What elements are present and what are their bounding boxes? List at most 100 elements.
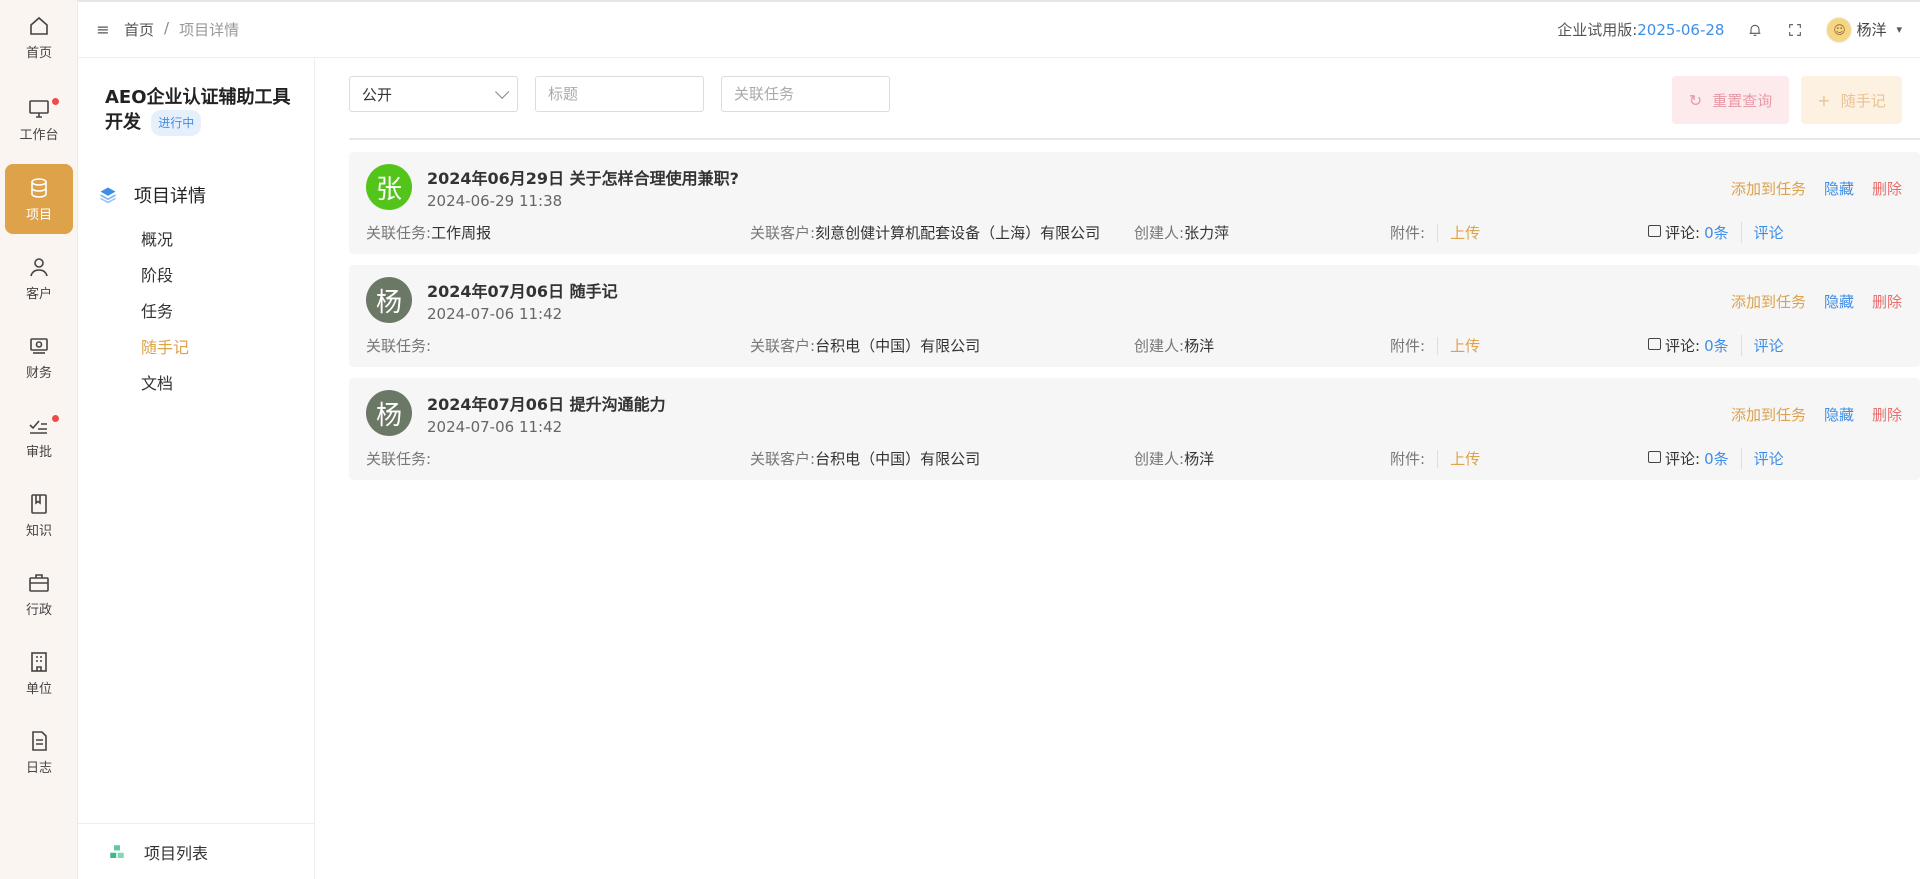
breadcrumb-home[interactable]: 首页: [124, 19, 154, 40]
avatar: ☺: [1826, 16, 1853, 43]
attachment-label: 附件:: [1390, 450, 1426, 468]
hide-button[interactable]: 隐藏: [1824, 291, 1854, 312]
project-sidebar: AEO企业认证辅助工具开发 进行中 项目详情 概况 阶段 任务 随手记 文档 项…: [78, 58, 315, 879]
layers-icon: [100, 187, 116, 204]
comment-count[interactable]: 0条: [1704, 448, 1729, 469]
creator-label: 创建人:: [1134, 337, 1185, 355]
task-input[interactable]: [721, 76, 890, 112]
comment-link[interactable]: 评论: [1740, 335, 1784, 356]
subnav-documents[interactable]: 文档: [141, 366, 189, 402]
rail-item-knowledge[interactable]: 知识: [5, 480, 73, 550]
filter-actions: ↻ 重置查询 + 随手记: [1672, 76, 1902, 124]
task-value: 工作周报: [431, 224, 492, 242]
add-note-label: 随手记: [1840, 91, 1886, 110]
title-input[interactable]: [535, 76, 704, 112]
avatar: 杨: [366, 390, 412, 436]
customer-value: 台积电（中国）有限公司: [815, 450, 981, 468]
note-actions: 添加到任务 隐藏 删除: [1731, 404, 1902, 425]
breadcrumb-separator: /: [164, 19, 170, 37]
trial-label: 企业试用版:: [1557, 21, 1638, 39]
add-to-task-button[interactable]: 添加到任务: [1731, 291, 1806, 312]
trial-date: 2025-06-28: [1637, 21, 1725, 39]
project-list-label: 项目列表: [144, 843, 209, 863]
note-actions: 添加到任务 隐藏 删除: [1731, 178, 1902, 199]
comment-link[interactable]: 评论: [1740, 448, 1784, 469]
project-title: AEO企业认证辅助工具开发 进行中: [105, 86, 305, 136]
subnav-tasks[interactable]: 任务: [141, 294, 189, 330]
section-header: 项目详情: [98, 182, 206, 208]
note-card: 张 2024年06月29日 关于怎样合理使用兼职? 2024-06-29 11:…: [349, 152, 1920, 254]
home-icon: [30, 16, 48, 35]
note-card: 杨 2024年07月06日 提升沟通能力 2024-07-06 11:42 添加…: [349, 378, 1920, 480]
hide-button[interactable]: 隐藏: [1824, 404, 1854, 425]
note-title[interactable]: 2024年06月29日 关于怎样合理使用兼职?: [427, 165, 739, 189]
note-time: 2024-07-06 11:42: [427, 418, 563, 436]
monitor-icon: [29, 99, 49, 118]
upload-link[interactable]: 上传: [1437, 450, 1481, 468]
rail-label: 日志: [25, 760, 52, 776]
notification-dot: [52, 415, 59, 422]
comment-count[interactable]: 0条: [1704, 222, 1729, 243]
comment-count[interactable]: 0条: [1704, 335, 1729, 356]
chevron-down-icon: ▾: [1896, 23, 1902, 36]
rail-item-customer[interactable]: 客户: [5, 243, 73, 313]
rail-label: 首页: [25, 45, 52, 61]
menu-collapse-icon[interactable]: ≡: [94, 20, 112, 39]
creator-label: 创建人:: [1134, 224, 1185, 242]
add-to-task-button[interactable]: 添加到任务: [1731, 404, 1806, 425]
comment-link[interactable]: 评论: [1740, 222, 1784, 243]
note-card: 杨 2024年07月06日 随手记 2024-07-06 11:42 添加到任务…: [349, 265, 1920, 367]
delete-button[interactable]: 删除: [1872, 178, 1902, 199]
rail-label: 工作台: [19, 127, 59, 143]
top-bar: ≡ 首页 / 项目详情 企业试用版:2025-06-28 ☺ 杨洋 ▾: [78, 0, 1920, 58]
subnav-overview[interactable]: 概况: [141, 222, 189, 258]
note-meta: 关联任务:工作周报 关联客户:刻意创健计算机配套设备（上海）有限公司 创建人:张…: [366, 222, 1902, 244]
hide-button[interactable]: 隐藏: [1824, 178, 1854, 199]
fullscreen-icon[interactable]: [1786, 21, 1804, 39]
visibility-select[interactable]: 公开: [349, 76, 518, 112]
customer-label: 关联客户:: [750, 224, 816, 242]
delete-button[interactable]: 删除: [1872, 291, 1902, 312]
creator-value: 张力萍: [1184, 224, 1230, 242]
rail-item-finance[interactable]: 财务: [5, 322, 73, 392]
rail-label: 项目: [25, 207, 52, 223]
refresh-icon: ↻: [1688, 90, 1703, 110]
comment-icon: [1648, 450, 1661, 463]
avatar: 杨: [366, 277, 412, 323]
wallet-icon: [30, 337, 48, 354]
customer-value: 台积电（中国）有限公司: [815, 337, 981, 355]
user-menu[interactable]: ☺ 杨洋 ▾: [1826, 16, 1902, 43]
rail-item-unit[interactable]: 单位: [5, 638, 73, 708]
creator-value: 杨洋: [1184, 450, 1215, 468]
database-icon: [31, 177, 47, 198]
upload-link[interactable]: 上传: [1437, 224, 1481, 242]
blocks-icon: [110, 844, 124, 858]
rail-item-home[interactable]: 首页: [5, 2, 73, 72]
rail-item-workbench[interactable]: 工作台: [5, 84, 73, 154]
reset-query-button[interactable]: ↻ 重置查询: [1672, 76, 1789, 124]
note-meta: 关联任务: 关联客户:台积电（中国）有限公司 创建人:杨洋 附件: 上传 评论: 0…: [366, 335, 1902, 357]
upload-link[interactable]: 上传: [1437, 337, 1481, 355]
rail-item-approval[interactable]: 审批: [5, 401, 73, 471]
task-label: 关联任务:: [366, 450, 432, 468]
project-list-link[interactable]: 项目列表: [78, 823, 314, 879]
rail-label: 行政: [25, 602, 52, 618]
comments-label: 评论:: [1665, 224, 1701, 242]
customer-label: 关联客户:: [750, 450, 816, 468]
status-badge: 进行中: [151, 110, 202, 136]
note-title[interactable]: 2024年07月06日 提升沟通能力: [427, 391, 666, 415]
filter-bar: 公开: [349, 76, 890, 112]
add-to-task-button[interactable]: 添加到任务: [1731, 178, 1806, 199]
rail-item-admin[interactable]: 行政: [5, 559, 73, 629]
subnav-stages[interactable]: 阶段: [141, 258, 189, 294]
customer-value: 刻意创健计算机配套设备（上海）有限公司: [815, 224, 1101, 242]
add-note-button[interactable]: + 随手记: [1801, 76, 1902, 124]
comment-icon: [1648, 224, 1661, 237]
rail-item-log[interactable]: 日志: [5, 717, 73, 787]
delete-button[interactable]: 删除: [1872, 404, 1902, 425]
check-list-icon: [29, 419, 47, 434]
subnav-notes[interactable]: 随手记: [141, 330, 189, 366]
bell-icon[interactable]: [1746, 21, 1764, 39]
note-title[interactable]: 2024年07月06日 随手记: [427, 278, 618, 302]
rail-item-project[interactable]: 项目: [5, 164, 73, 234]
